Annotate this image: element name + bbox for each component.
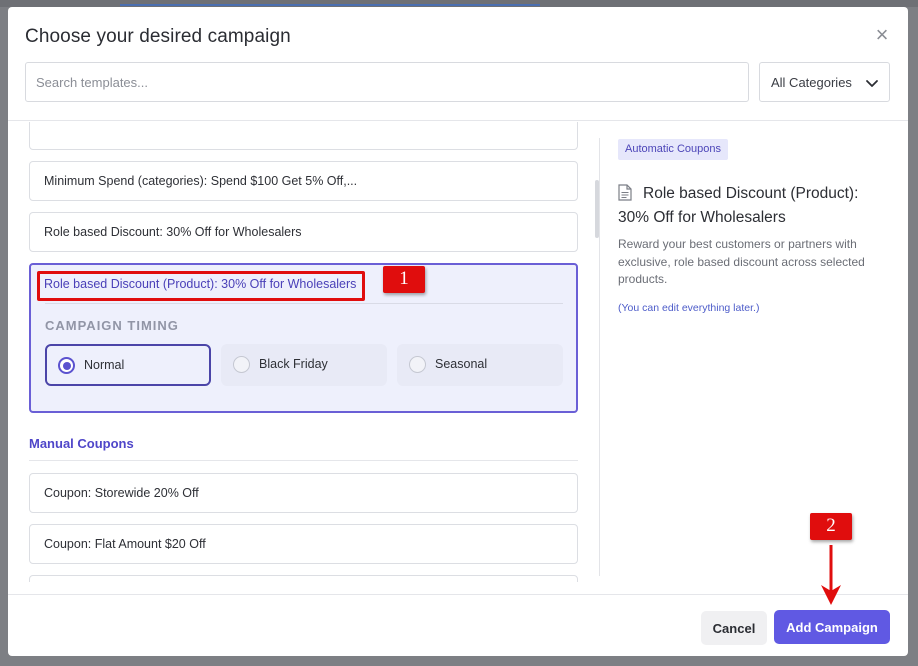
timing-option-seasonal[interactable]: Seasonal bbox=[397, 344, 563, 386]
radio-unchecked[interactable] bbox=[233, 356, 250, 373]
template-card-label: Coupon: Storewide 20% Off bbox=[44, 486, 199, 500]
annotation-highlight-box bbox=[37, 271, 365, 301]
detail-title: Role based Discount (Product): 30% Off f… bbox=[618, 185, 859, 226]
template-list: Minimum Spend (categories): Spend $100 G… bbox=[8, 122, 598, 582]
category-dropdown[interactable]: All Categories bbox=[759, 62, 890, 102]
template-card[interactable]: Coupon: Storewide 20% Off bbox=[29, 473, 578, 513]
annotation-step-1: 1 bbox=[383, 266, 425, 293]
search-input[interactable] bbox=[25, 62, 749, 102]
template-card[interactable]: Minimum Spend (categories): Spend $100 G… bbox=[29, 161, 578, 201]
timing-option-normal[interactable]: Normal bbox=[45, 344, 211, 386]
template-card-label: Role based Discount: 30% Off for Wholesa… bbox=[44, 225, 302, 239]
template-card-label: Coupon: Flat Amount $20 Off bbox=[44, 537, 206, 551]
section-divider bbox=[29, 460, 578, 461]
card-divider bbox=[45, 303, 563, 304]
add-campaign-button[interactable]: Add Campaign bbox=[774, 610, 890, 644]
modal-title: Choose your desired campaign bbox=[25, 26, 291, 47]
chevron-down-icon bbox=[866, 80, 878, 87]
radio-checked[interactable] bbox=[58, 357, 75, 374]
detail-description: Reward your best customers or partners w… bbox=[618, 237, 865, 286]
manual-coupons-heading: Manual Coupons bbox=[29, 436, 134, 451]
timing-option-label: Seasonal bbox=[435, 357, 488, 371]
campaign-timing-heading: CAMPAIGN TIMING bbox=[45, 318, 179, 333]
annotation-step-2: 2 bbox=[810, 513, 852, 540]
template-card[interactable]: Role based Discount: 30% Off for Wholesa… bbox=[29, 212, 578, 252]
category-badge: Automatic Coupons bbox=[618, 139, 728, 160]
close-icon[interactable]: × bbox=[872, 23, 892, 47]
category-dropdown-value: All Categories bbox=[771, 75, 852, 90]
template-card[interactable]: Coupon: Flat Amount $20 Off bbox=[29, 524, 578, 564]
modal-footer: Cancel Add Campaign bbox=[8, 594, 908, 656]
background-window-strip bbox=[0, 0, 918, 7]
radio-unchecked[interactable] bbox=[409, 356, 426, 373]
timing-option-label: Normal bbox=[84, 358, 125, 372]
template-card-partial[interactable] bbox=[29, 122, 578, 150]
template-card-selected[interactable]: Role based Discount (Product): 30% Off f… bbox=[29, 263, 578, 413]
vertical-divider bbox=[599, 138, 600, 576]
timing-option-label: Black Friday bbox=[259, 357, 328, 371]
cancel-button[interactable]: Cancel bbox=[701, 611, 767, 645]
template-card-partial[interactable] bbox=[29, 575, 578, 582]
campaign-modal: Choose your desired campaign × All Categ… bbox=[8, 7, 908, 656]
detail-note: (You can edit everything later.) bbox=[618, 302, 760, 314]
modal-header: Choose your desired campaign × All Categ… bbox=[8, 7, 908, 121]
template-card-label: Minimum Spend (categories): Spend $100 G… bbox=[44, 174, 358, 188]
background-accent-line bbox=[120, 4, 540, 6]
timing-option-black-friday[interactable]: Black Friday bbox=[221, 344, 387, 386]
arrow-down-icon bbox=[821, 545, 841, 605]
